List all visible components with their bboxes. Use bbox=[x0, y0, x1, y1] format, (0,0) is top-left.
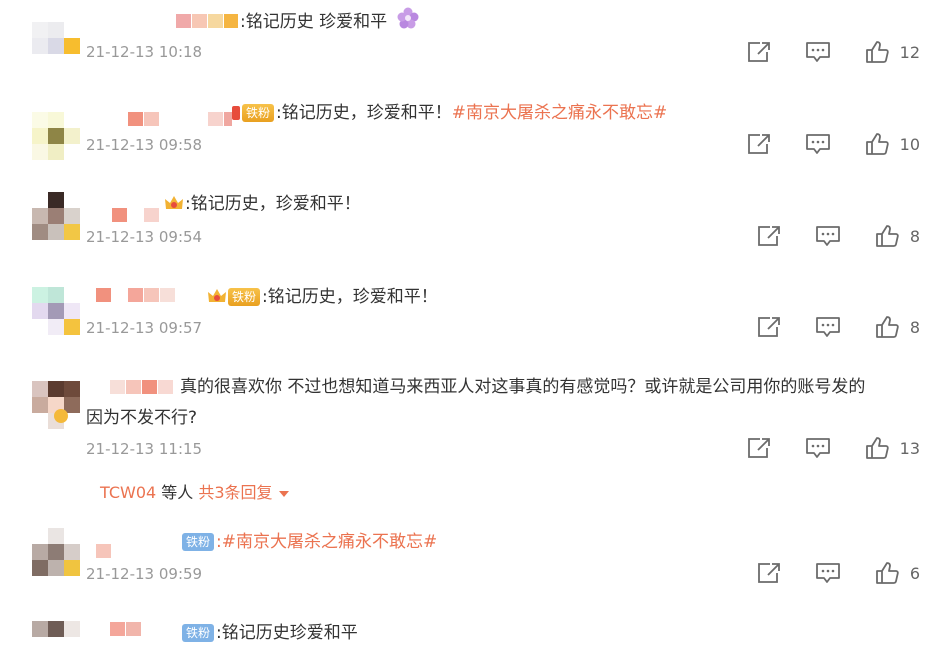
verified-icon bbox=[54, 409, 68, 423]
comment-text: :铭记历史，珍爱和平！ bbox=[185, 194, 361, 214]
comment-icon[interactable] bbox=[815, 224, 841, 248]
fan-badge[interactable]: 铁粉 bbox=[182, 533, 215, 551]
like-icon[interactable] bbox=[864, 132, 890, 156]
like-count: 13 bbox=[899, 438, 920, 458]
comment-icon[interactable] bbox=[815, 561, 841, 585]
avatar[interactable] bbox=[32, 381, 80, 429]
comment-time: 21-12-13 09:59 bbox=[86, 565, 203, 583]
share-icon[interactable] bbox=[746, 436, 772, 460]
more-replies-link[interactable]: TCW04 等人 共3条回复 bbox=[100, 479, 289, 503]
crown-icon bbox=[207, 288, 227, 306]
like-icon[interactable] bbox=[864, 40, 890, 64]
comment-icon[interactable] bbox=[815, 315, 841, 339]
avatar[interactable] bbox=[32, 528, 80, 576]
topic-link[interactable]: #南京大屠杀之痛永不敢忘# bbox=[452, 103, 668, 123]
comment-text: 真的很喜欢你 不过也想知道马来西亚人对这事真的有感觉吗？或许就是公司用你的账号发… bbox=[180, 377, 866, 397]
fan-badge[interactable]: 铁粉 bbox=[228, 288, 261, 306]
crown-icon bbox=[164, 195, 184, 213]
comment-icon[interactable] bbox=[805, 40, 831, 64]
replies-separator: 等人 bbox=[156, 483, 199, 502]
comment-text: :铭记历史珍爱和平 bbox=[216, 623, 358, 643]
share-icon[interactable] bbox=[756, 561, 782, 585]
like-icon[interactable] bbox=[874, 315, 900, 339]
comment-icon[interactable] bbox=[805, 132, 831, 156]
share-icon[interactable] bbox=[746, 132, 772, 156]
comment-text-line2: 因为不发不行? bbox=[86, 408, 198, 428]
like-icon[interactable] bbox=[874, 561, 900, 585]
share-icon[interactable] bbox=[756, 224, 782, 248]
comment-time: 21-12-13 10:18 bbox=[86, 43, 203, 61]
avatar[interactable] bbox=[32, 192, 80, 240]
like-icon[interactable] bbox=[874, 224, 900, 248]
avatar[interactable] bbox=[32, 22, 80, 70]
comment-time: 21-12-13 11:15 bbox=[86, 440, 203, 458]
like-count: 12 bbox=[899, 42, 920, 62]
comment-text: :铭记历史，珍爱和平！ bbox=[262, 287, 438, 307]
share-icon[interactable] bbox=[756, 315, 782, 339]
comment-list: :铭记历史 珍爱和平 21-12-13 10:18 12 铁粉:铭记历史，珍爱… bbox=[0, 0, 942, 649]
avatar[interactable] bbox=[32, 112, 80, 160]
comment-time: 21-12-13 09:54 bbox=[86, 228, 203, 246]
comment-text: :铭记历史 珍爱和平 bbox=[240, 12, 388, 32]
topic-link[interactable]: :#南京大屠杀之痛永不敢忘# bbox=[216, 532, 437, 552]
avatar[interactable] bbox=[32, 621, 80, 669]
like-count: 8 bbox=[909, 226, 920, 246]
crown-icon bbox=[232, 106, 240, 120]
share-icon[interactable] bbox=[746, 40, 772, 64]
replies-count[interactable]: 共3条回复 bbox=[198, 483, 272, 502]
comment-icon[interactable] bbox=[805, 436, 831, 460]
fan-badge[interactable]: 铁粉 bbox=[182, 624, 215, 642]
comment-text: :铭记历史，珍爱和平！ bbox=[276, 103, 452, 123]
avatar[interactable] bbox=[32, 287, 80, 335]
like-icon[interactable] bbox=[864, 436, 890, 460]
chevron-down-icon[interactable] bbox=[278, 490, 289, 497]
like-count: 10 bbox=[899, 134, 920, 154]
like-count: 8 bbox=[909, 317, 920, 337]
flower-icon bbox=[397, 7, 419, 37]
fan-badge[interactable]: 铁粉 bbox=[242, 104, 275, 122]
comment-time: 21-12-13 09:57 bbox=[86, 319, 203, 337]
comment-time: 21-12-13 09:58 bbox=[86, 136, 203, 154]
reply-username[interactable]: TCW04 bbox=[100, 483, 156, 502]
like-count: 6 bbox=[909, 563, 920, 583]
